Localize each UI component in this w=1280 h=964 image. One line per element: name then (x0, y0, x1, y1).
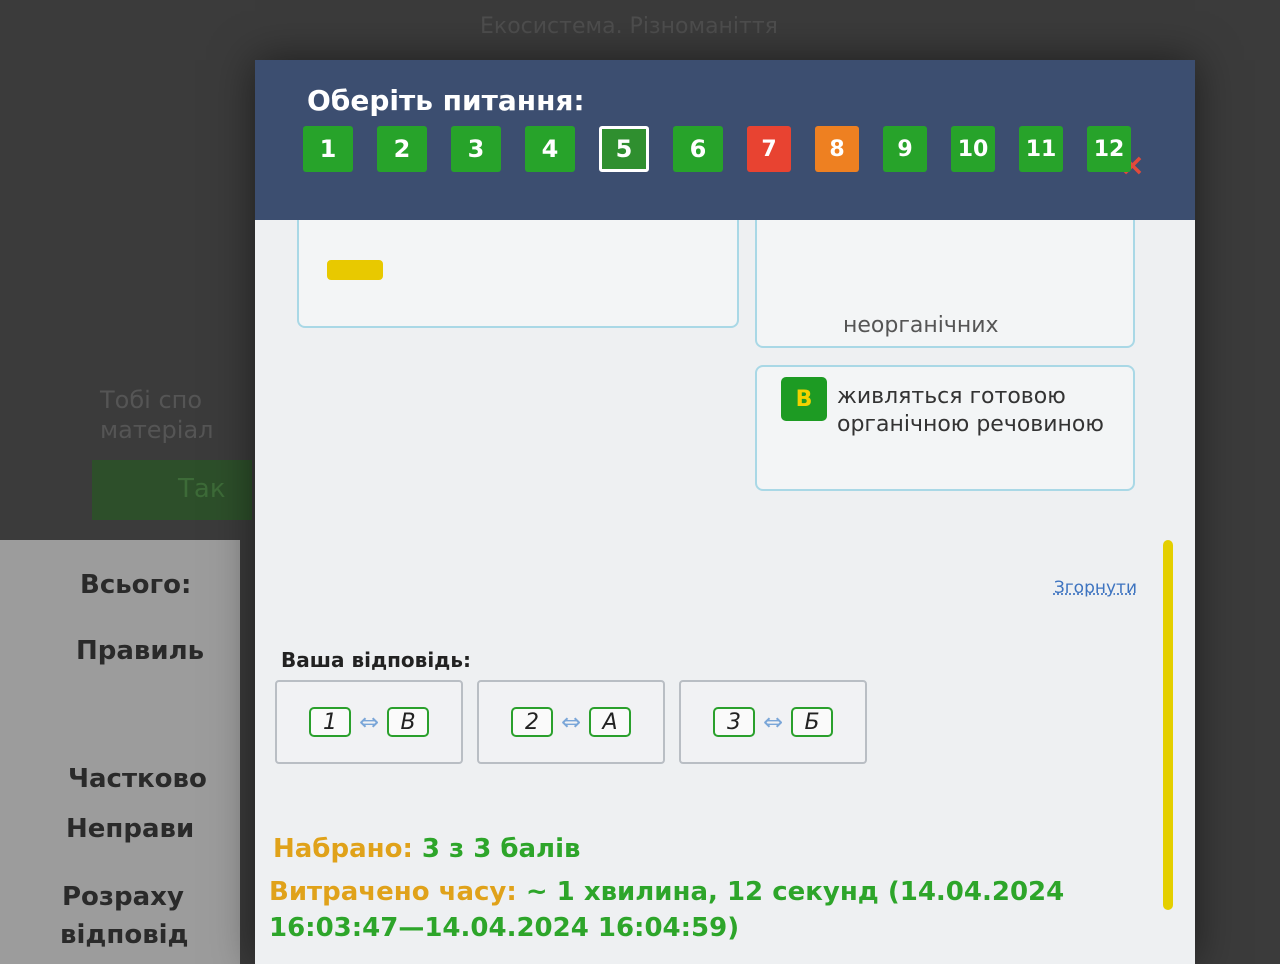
option-card-left (297, 220, 739, 328)
option-card-b: В живляться готовою органічною речовиною (755, 365, 1135, 491)
option-letter-badge-b: В (781, 377, 827, 421)
stat-label-wrong: Неправи (66, 814, 195, 844)
option-text-partial: неорганічних (843, 313, 999, 338)
collapse-link[interactable]: Згорнути (1054, 578, 1137, 598)
question-button-6[interactable]: 6 (673, 126, 723, 172)
time-label: Витрачено часу: (269, 877, 517, 907)
background-hint-line-2: матеріал (100, 416, 214, 444)
background-button-label: Так (178, 474, 226, 504)
pair-left-cell: 3 (712, 707, 755, 737)
double-arrow-icon: ⇔ (358, 708, 380, 736)
modal-header: Оберіть питання: × 1 2 3 4 5 6 7 8 9 10 … (255, 60, 1195, 220)
pair-right-cell: В (387, 707, 430, 737)
question-button-9[interactable]: 9 (883, 126, 927, 172)
answer-pair-3: 3 ⇔ Б (679, 680, 867, 764)
option-letter-b: В (795, 386, 813, 412)
question-review-modal: Оберіть питання: × 1 2 3 4 5 6 7 8 9 10 … (255, 60, 1195, 964)
question-button-10[interactable]: 10 (951, 126, 995, 172)
option-text-b: живляться готовою органічною речовиною (837, 384, 1104, 437)
double-arrow-icon: ⇔ (560, 708, 582, 736)
score-value: 3 з 3 балів (421, 834, 581, 864)
option-card-right-top: неорганічних (755, 220, 1135, 348)
question-button-5[interactable]: 5 (599, 126, 649, 172)
stat-label-correct: Правиль (76, 636, 205, 666)
question-button-1[interactable]: 1 (303, 126, 353, 172)
double-arrow-icon: ⇔ (762, 708, 784, 736)
question-selector: 1 2 3 4 5 6 7 8 9 10 11 12 (303, 126, 1131, 172)
stat-label-answers: відповід (60, 920, 189, 950)
option-letter-badge (327, 260, 383, 280)
answer-pairs: 1 ⇔ В 2 ⇔ А 3 ⇔ Б (275, 680, 867, 764)
answer-pair-1: 1 ⇔ В (275, 680, 463, 764)
background-button: Так (92, 460, 252, 520)
pair-right-cell: Б (791, 707, 834, 737)
question-button-3[interactable]: 3 (451, 126, 501, 172)
stat-label-total: Всього: (80, 570, 192, 600)
background-page-title: Екосистема. Різноманіття (480, 14, 778, 39)
question-button-2[interactable]: 2 (377, 126, 427, 172)
scrollbar[interactable] (1163, 540, 1173, 910)
answer-heading: Ваша відповідь: (281, 648, 471, 672)
question-button-8[interactable]: 8 (815, 126, 859, 172)
stat-label-calculated: Розраху (62, 882, 184, 912)
question-button-11[interactable]: 11 (1019, 126, 1063, 172)
modal-title: Оберіть питання: (307, 84, 585, 117)
background-hint-line-1: Тобі спо (100, 386, 203, 414)
stat-label-partial: Частково (68, 764, 207, 794)
background-hint: Тобі спо матеріал (100, 385, 214, 445)
pair-left-cell: 1 (308, 707, 351, 737)
question-button-7[interactable]: 7 (747, 126, 791, 172)
score-line: Набрано: 3 з 3 балів (273, 834, 580, 864)
answer-pair-2: 2 ⇔ А (477, 680, 665, 764)
pair-left-cell: 2 (510, 707, 553, 737)
pair-right-cell: А (589, 707, 632, 737)
score-label: Набрано: (273, 834, 413, 864)
question-button-12[interactable]: 12 (1087, 126, 1131, 172)
modal-content: неорганічних В живляться готовою органіч… (255, 220, 1195, 964)
question-button-4[interactable]: 4 (525, 126, 575, 172)
time-line: Витрачено часу: ~ 1 хвилина, 12 секунд (… (269, 874, 1089, 946)
